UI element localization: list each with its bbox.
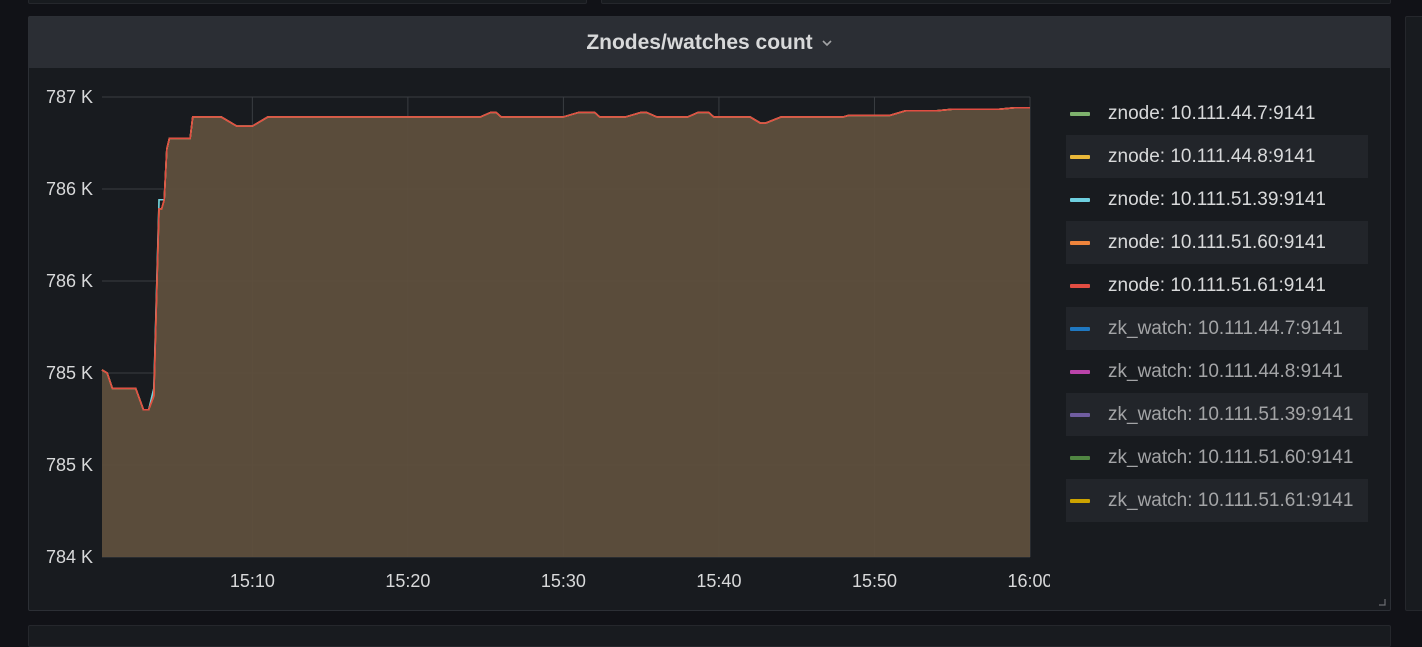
legend-item[interactable]: zk_watch: 10.111.51.61:9141 <box>1066 479 1368 522</box>
legend-label: znode: 10.111.51.39:9141 <box>1108 188 1326 210</box>
legend-item[interactable]: znode: 10.111.51.61:9141 <box>1066 264 1368 307</box>
legend-swatch <box>1070 154 1090 159</box>
legend-label: znode: 10.111.44.7:9141 <box>1108 102 1316 124</box>
legend-item[interactable]: zk_watch: 10.111.51.60:9141 <box>1066 436 1368 479</box>
legend-label: zk_watch: 10.111.51.61:9141 <box>1108 489 1354 511</box>
legend-label: znode: 10.111.51.61:9141 <box>1108 274 1326 296</box>
right-neighbor-panel <box>1405 16 1422 611</box>
legend-label: zk_watch: 10.111.44.8:9141 <box>1108 360 1343 382</box>
x-tick-label: 15:40 <box>696 571 741 591</box>
y-tick-label: 785 K <box>46 455 93 475</box>
legend-swatch <box>1070 369 1090 374</box>
area-chart[interactable]: 784 K 785 K 785 K 786 K 786 K 787 K 15:10 15:20… <box>0 0 1050 610</box>
resize-handle-icon[interactable] <box>1378 598 1386 606</box>
legend-item[interactable]: znode: 10.111.44.7:9141 <box>1066 92 1368 135</box>
x-tick-label: 15:50 <box>852 571 897 591</box>
x-tick-label: 16:00 <box>1007 571 1050 591</box>
x-tick-label: 15:30 <box>541 571 586 591</box>
legend-item[interactable]: znode: 10.111.44.8:9141 <box>1066 135 1368 178</box>
legend-label: zk_watch: 10.111.51.60:9141 <box>1108 446 1354 468</box>
legend-label: zk_watch: 10.111.51.39:9141 <box>1108 403 1354 425</box>
y-tick-label: 786 K <box>46 179 93 199</box>
bottom-neighbor-panel <box>28 625 1391 647</box>
legend-swatch <box>1070 412 1090 417</box>
legend-swatch <box>1070 197 1090 202</box>
legend-swatch <box>1070 283 1090 288</box>
legend-swatch <box>1070 455 1090 460</box>
legend-item[interactable]: znode: 10.111.51.39:9141 <box>1066 178 1368 221</box>
legend-swatch <box>1070 240 1090 245</box>
legend-label: zk_watch: 10.111.44.7:9141 <box>1108 317 1343 339</box>
area-fill <box>102 107 1030 557</box>
y-tick-label: 785 K <box>46 363 93 383</box>
legend-item[interactable]: zk_watch: 10.111.44.7:9141 <box>1066 307 1368 350</box>
legend-swatch <box>1070 498 1090 503</box>
y-tick-label: 784 K <box>46 547 93 567</box>
x-tick-label: 15:20 <box>385 571 430 591</box>
legend: znode: 10.111.44.7:9141 znode: 10.111.44.… <box>1066 92 1368 522</box>
legend-label: znode: 10.111.44.8:9141 <box>1108 145 1316 167</box>
legend-item[interactable]: zk_watch: 10.111.44.8:9141 <box>1066 350 1368 393</box>
legend-swatch <box>1070 111 1090 116</box>
legend-item[interactable]: znode: 10.111.51.60:9141 <box>1066 221 1368 264</box>
legend-label: znode: 10.111.51.60:9141 <box>1108 231 1326 253</box>
y-tick-label: 786 K <box>46 271 93 291</box>
legend-swatch <box>1070 326 1090 331</box>
x-tick-label: 15:10 <box>230 571 275 591</box>
y-tick-label: 787 K <box>46 87 93 107</box>
legend-item[interactable]: zk_watch: 10.111.51.39:9141 <box>1066 393 1368 436</box>
